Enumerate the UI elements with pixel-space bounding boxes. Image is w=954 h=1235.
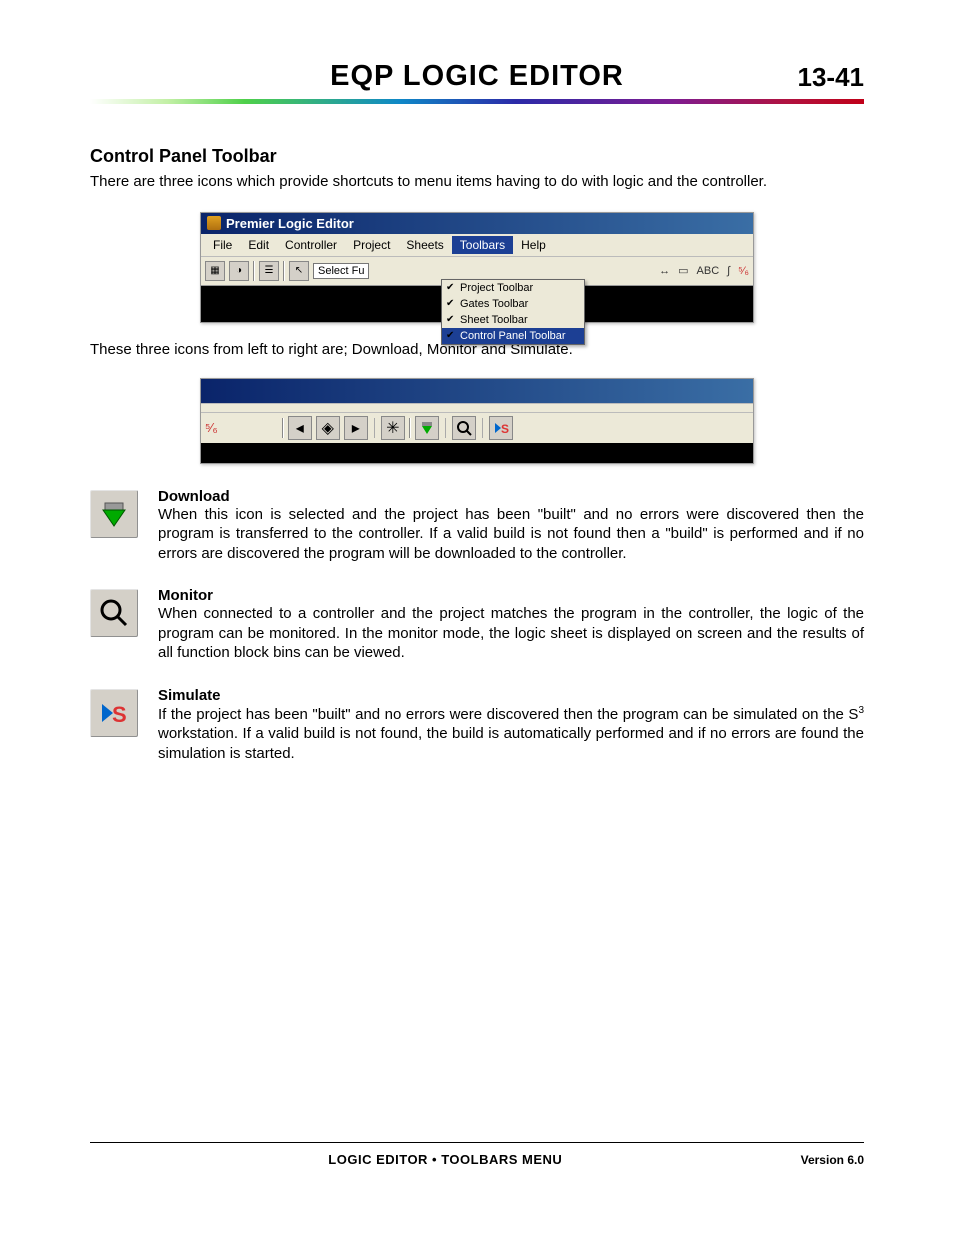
page-number: 13-41	[798, 62, 865, 93]
nav-next-icon[interactable]: ▸	[344, 416, 368, 440]
header-rule	[90, 99, 864, 104]
icon-box[interactable]: ▭	[678, 264, 688, 277]
menu-project[interactable]: Project	[345, 236, 398, 254]
figure2-bluebar	[201, 379, 753, 403]
icon-curve[interactable]: ∫	[727, 265, 730, 277]
cursor-icon[interactable]: ↖	[289, 261, 309, 281]
page-footer: LOGIC EDITOR • TOOLBARS MENU Version 6.0	[90, 1152, 864, 1167]
section-title: Control Panel Toolbar	[90, 146, 864, 167]
separator	[482, 418, 483, 438]
separator	[445, 418, 446, 438]
def-title-download: Download	[158, 488, 864, 505]
page-header: EQP LOGIC EDITOR 13-41	[90, 60, 864, 96]
toolbars-dropdown[interactable]: Project Toolbar Gates Toolbar Sheet Tool…	[441, 279, 585, 345]
simulate-icon[interactable]: S	[489, 416, 513, 440]
svg-text:S: S	[112, 702, 127, 727]
menu-edit[interactable]: Edit	[240, 236, 277, 254]
toolbar-right-group: ↔ ▭ ABC ∫ ⁵⁄₆	[659, 264, 749, 277]
toolbar-icon-3[interactable]: ☰	[259, 261, 279, 281]
snap-grid-icon[interactable]: ✳	[381, 416, 405, 440]
menu-bar[interactable]: File Edit Controller Project Sheets Tool…	[201, 234, 753, 257]
figure2-graybar	[201, 403, 753, 413]
def-title-simulate: Simulate	[158, 687, 864, 704]
toolbar-row: ▦ ◑ ☰ ↖ Select Fu Project Toolbar Gates …	[201, 257, 753, 286]
icon-sheet-mark[interactable]: ⁵⁄₆	[738, 265, 749, 277]
dropdown-item-control-panel[interactable]: Control Panel Toolbar	[442, 328, 584, 344]
figure-toolbar-strip: ⁵⁄₆ ◂ ◈ ▸ ✳ S	[200, 378, 754, 464]
window-title: Premier Logic Editor	[226, 216, 354, 231]
footer-rule	[90, 1142, 864, 1143]
menu-file[interactable]: File	[205, 236, 240, 254]
footer-center: LOGIC EDITOR • TOOLBARS MENU	[90, 1152, 801, 1167]
def-row-monitor: Monitor When connected to a controller a…	[90, 587, 864, 663]
select-box[interactable]: Select Fu	[313, 263, 369, 279]
nav-cube-icon[interactable]: ◈	[316, 416, 340, 440]
figure2-black	[201, 443, 753, 463]
icon-abc[interactable]: ABC	[697, 265, 720, 277]
dropdown-item-gates[interactable]: Gates Toolbar	[442, 296, 584, 312]
def-title-monitor: Monitor	[158, 587, 864, 604]
nav-prev-icon[interactable]: ◂	[288, 416, 312, 440]
def-row-simulate: S Simulate If the project has been "buil…	[90, 687, 864, 764]
download-icon[interactable]	[415, 416, 439, 440]
separator	[409, 418, 411, 438]
def-text-monitor: When connected to a controller and the p…	[158, 604, 864, 663]
figure2-toolbar: ⁵⁄₆ ◂ ◈ ▸ ✳ S	[201, 413, 753, 443]
footer-version: Version 6.0	[801, 1153, 864, 1167]
figure-app-window: Premier Logic Editor File Edit Controlle…	[200, 212, 754, 323]
monitor-icon	[90, 589, 138, 637]
app-icon	[207, 216, 221, 230]
dropdown-item-project[interactable]: Project Toolbar	[442, 280, 584, 296]
menu-help[interactable]: Help	[513, 236, 554, 254]
intro-text: There are three icons which provide shor…	[90, 173, 864, 192]
menu-controller[interactable]: Controller	[277, 236, 345, 254]
monitor-icon[interactable]	[452, 416, 476, 440]
toolbar-icon-1[interactable]: ▦	[205, 261, 225, 281]
separator	[283, 261, 285, 281]
svg-text:S: S	[501, 422, 509, 436]
page-title: EQP LOGIC EDITOR	[90, 60, 864, 93]
icon-sheet-mark[interactable]: ⁵⁄₆	[205, 420, 218, 435]
menu-sheets[interactable]: Sheets	[398, 236, 451, 254]
icon-arrow-left-right[interactable]: ↔	[659, 265, 670, 277]
window-titlebar: Premier Logic Editor	[201, 213, 753, 234]
separator	[253, 261, 255, 281]
separator	[374, 418, 375, 438]
menu-toolbars[interactable]: Toolbars	[452, 236, 513, 254]
download-icon	[90, 490, 138, 538]
simulate-icon: S	[90, 689, 138, 737]
separator	[282, 418, 284, 438]
toolbar-icon-2[interactable]: ◑	[229, 261, 249, 281]
def-text-download: When this icon is selected and the proje…	[158, 505, 864, 564]
dropdown-item-sheet[interactable]: Sheet Toolbar	[442, 312, 584, 328]
def-row-download: Download When this icon is selected and …	[90, 488, 864, 564]
def-text-simulate: If the project has been "built" and no e…	[158, 704, 864, 764]
